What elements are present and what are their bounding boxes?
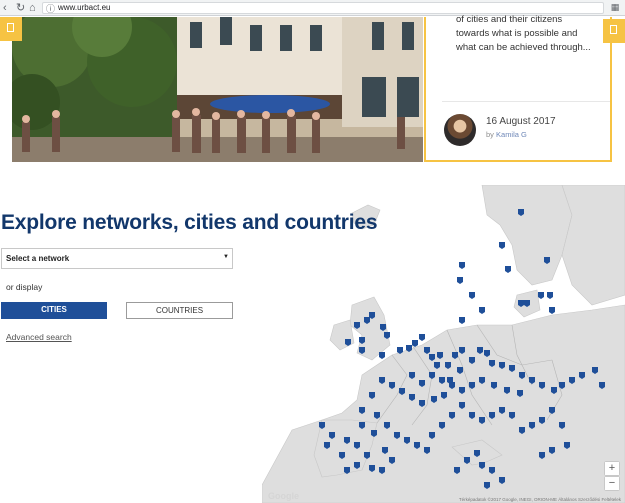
reload-icon[interactable]: ↻ — [16, 1, 25, 15]
or-display-label: or display — [6, 282, 43, 292]
countries-button[interactable]: COUNTRIES — [126, 302, 233, 319]
caret-down-icon: ▼ — [223, 254, 229, 260]
carousel-prev-button[interactable] — [0, 17, 22, 41]
article-teaser: of cities and their citizens towards wha… — [456, 13, 606, 55]
address-url[interactable]: www.urbact.eu — [58, 3, 110, 13]
article-byline: by Kamila G — [486, 130, 527, 139]
back-icon[interactable]: ‹ — [3, 1, 7, 15]
zoom-in-button[interactable]: + — [605, 462, 619, 475]
carousel-next-button[interactable] — [603, 19, 625, 43]
card-divider — [442, 101, 610, 102]
author-avatar — [444, 114, 476, 146]
article-card[interactable]: of cities and their citizens towards wha… — [424, 14, 612, 162]
info-icon[interactable]: ⓘ — [46, 2, 55, 15]
home-icon[interactable]: ⌂ — [29, 1, 36, 15]
hero-photo — [12, 17, 423, 162]
teaser-line: of cities and their citizens — [456, 14, 563, 25]
teaser-line: what can be achieved through... — [456, 42, 591, 53]
author-link[interactable]: Kamila G — [496, 130, 527, 139]
prev-icon — [7, 23, 14, 32]
network-select[interactable]: Select a network ▼ — [1, 248, 233, 269]
teaser-line: towards what is possible and — [456, 28, 578, 39]
street-scene-image — [12, 17, 423, 162]
explore-title: Explore networks, cities and countries — [1, 211, 378, 234]
map-attribution: Térképadatok ©2017 Google, INEGI, ORION-… — [458, 497, 621, 502]
next-icon — [610, 25, 617, 34]
google-logo: Google — [268, 491, 299, 501]
byline-prefix: by — [486, 130, 494, 139]
network-select-value: Select a network — [6, 254, 70, 263]
article-date: 16 August 2017 — [486, 116, 556, 127]
zoom-out-button[interactable]: − — [605, 477, 619, 490]
translate-icon[interactable]: ▦ — [609, 1, 621, 13]
cities-button[interactable]: CITIES — [1, 302, 107, 319]
advanced-search-link[interactable]: Advanced search — [6, 332, 72, 342]
